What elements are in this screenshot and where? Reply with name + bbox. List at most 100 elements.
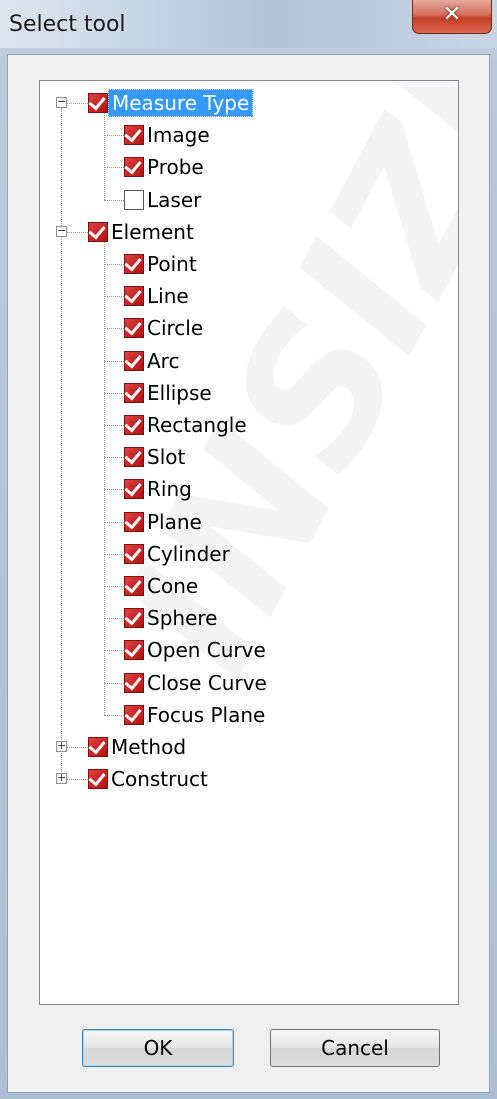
- tree-node-label[interactable]: Image: [144, 122, 213, 148]
- tree-node-label[interactable]: Method: [108, 734, 189, 760]
- tree-node-item[interactable]: Point: [124, 248, 200, 280]
- window-title: Select tool: [9, 12, 126, 37]
- tree-node-item[interactable]: Close Curve: [124, 667, 270, 699]
- tree-node-item[interactable]: Sphere: [124, 602, 220, 634]
- tree-node-label[interactable]: Laser: [144, 187, 204, 213]
- tree-node-label[interactable]: Close Curve: [144, 670, 270, 696]
- tree-node-label[interactable]: Open Curve: [144, 637, 269, 663]
- checkbox[interactable]: [124, 318, 144, 339]
- checkbox[interactable]: [124, 576, 144, 596]
- tree-connector: [104, 521, 124, 523]
- tree-node-label[interactable]: Probe: [144, 154, 207, 180]
- tree-node-item[interactable]: Open Curve: [124, 634, 269, 666]
- tree-node-label[interactable]: Line: [144, 283, 192, 309]
- ok-button[interactable]: OK: [82, 1029, 234, 1067]
- tree-node-item[interactable]: Slot: [124, 441, 188, 473]
- tree-node-item[interactable]: Ellipse: [124, 377, 215, 409]
- tree-connector: [67, 747, 88, 748]
- close-icon: ✕: [442, 2, 462, 27]
- tree-connector: [104, 328, 124, 330]
- tree-connector: [104, 457, 124, 459]
- tree-node-item[interactable]: Focus Plane: [124, 699, 268, 731]
- tree-connector: [104, 618, 124, 620]
- checkbox[interactable]: [88, 737, 108, 757]
- tree-node-item[interactable]: Probe: [124, 151, 207, 183]
- tree-node-item[interactable]: Rectangle: [124, 409, 250, 441]
- tree-node-label[interactable]: Arc: [144, 348, 182, 374]
- tree-connector: [104, 113, 105, 200]
- tree-node-item[interactable]: Ring: [124, 473, 195, 505]
- tree-connector: [104, 489, 124, 491]
- close-button[interactable]: ✕: [412, 0, 492, 34]
- tree-node-group[interactable]: Method: [88, 731, 189, 763]
- tree-node-label[interactable]: Slot: [144, 444, 188, 470]
- tree-connector: [104, 135, 124, 137]
- tree-connector: [67, 779, 88, 781]
- checkbox[interactable]: [124, 254, 144, 274]
- checkbox[interactable]: [124, 543, 144, 564]
- tree-node-label[interactable]: Cylinder: [144, 541, 233, 567]
- tree-node-item[interactable]: Circle: [124, 312, 206, 344]
- tree-connector: [104, 360, 124, 362]
- checkbox[interactable]: [124, 189, 144, 210]
- tree-connector: [104, 650, 124, 652]
- checkbox[interactable]: [124, 672, 144, 693]
- tree-node-label[interactable]: Circle: [144, 315, 206, 341]
- tree-node-label[interactable]: Ellipse: [144, 380, 215, 406]
- checkbox[interactable]: [124, 286, 144, 307]
- tree-connector: [104, 199, 124, 201]
- tree-node-label[interactable]: Focus Plane: [144, 702, 268, 728]
- tree-node-item[interactable]: Line: [124, 280, 192, 312]
- checkbox[interactable]: [88, 221, 108, 242]
- tree-node-label[interactable]: Element: [108, 219, 197, 245]
- tree-connector: [104, 296, 124, 298]
- tree-connector: [61, 108, 62, 785]
- tree-node-item[interactable]: Laser: [124, 184, 204, 216]
- tree-node-label[interactable]: Plane: [144, 509, 205, 535]
- tree-node-item[interactable]: Plane: [124, 506, 205, 538]
- tree-node-item[interactable]: Cylinder: [124, 538, 233, 570]
- tree-connector: [104, 242, 105, 715]
- collapse-icon[interactable]: −: [56, 225, 67, 237]
- tree-connector: [67, 103, 88, 104]
- cancel-button[interactable]: Cancel: [270, 1029, 440, 1067]
- tree-node-label[interactable]: Rectangle: [144, 412, 250, 438]
- tree-node-label[interactable]: Measure Type: [108, 89, 254, 117]
- expand-icon[interactable]: +: [56, 740, 67, 752]
- tree-connector: [104, 586, 124, 587]
- checkbox[interactable]: [88, 93, 108, 113]
- tree-connector: [104, 553, 124, 555]
- tree-connector: [67, 231, 88, 233]
- collapse-icon[interactable]: −: [56, 96, 67, 108]
- tree-connector: [104, 714, 124, 716]
- tree-node-label[interactable]: Construct: [108, 766, 211, 792]
- tree-connector: [104, 425, 124, 426]
- expand-icon[interactable]: +: [56, 772, 67, 785]
- checkbox[interactable]: [124, 125, 144, 146]
- tree-node-label[interactable]: Cone: [144, 573, 201, 599]
- tree-node-label[interactable]: Ring: [144, 476, 195, 502]
- checkbox[interactable]: [124, 640, 144, 661]
- tree-connector: [104, 264, 124, 265]
- checkbox[interactable]: [124, 157, 144, 178]
- tree-node-group[interactable]: Measure Type: [88, 87, 254, 119]
- tree-node-label[interactable]: Sphere: [144, 605, 220, 631]
- dialog-window: Select tool ✕ INSIZE Measure Type−ImageP…: [0, 0, 497, 1099]
- tree-node-item[interactable]: Arc: [124, 345, 182, 377]
- checkbox[interactable]: [124, 447, 144, 468]
- checkbox[interactable]: [124, 704, 144, 725]
- checkbox[interactable]: [124, 382, 144, 403]
- checkbox[interactable]: [124, 479, 144, 500]
- checkbox[interactable]: [124, 415, 144, 435]
- tree-node-item[interactable]: Cone: [124, 570, 201, 602]
- tool-tree[interactable]: INSIZE Measure Type−ImageProbeLaserEleme…: [39, 80, 459, 1005]
- checkbox[interactable]: [124, 511, 144, 532]
- tree-node-group[interactable]: Construct: [88, 763, 211, 795]
- checkbox[interactable]: [124, 608, 144, 629]
- title-bar[interactable]: Select tool ✕: [0, 0, 497, 48]
- tree-node-label[interactable]: Point: [144, 251, 200, 277]
- tree-connector: [104, 682, 124, 684]
- checkbox[interactable]: [124, 350, 144, 371]
- checkbox[interactable]: [88, 769, 108, 790]
- tree-node-item[interactable]: Image: [124, 119, 213, 151]
